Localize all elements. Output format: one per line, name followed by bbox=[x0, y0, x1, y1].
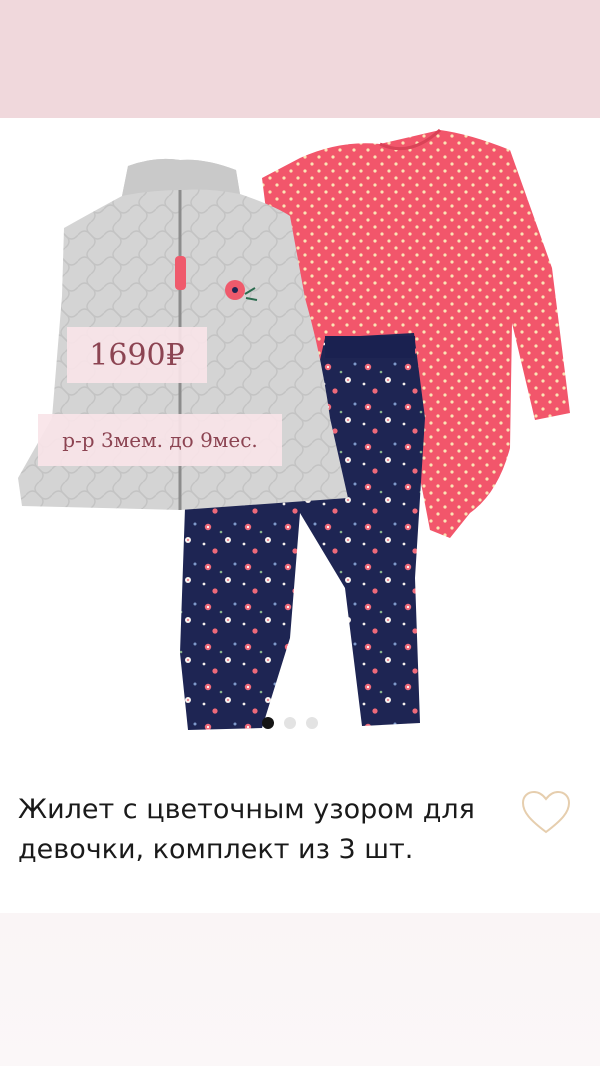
bottom-area bbox=[0, 913, 600, 1066]
product-title[interactable]: Жилет с цветочным узором для девочки, ко… bbox=[18, 790, 488, 870]
size-badge: р-р 3мем. до 9мес. bbox=[38, 414, 282, 466]
product-image[interactable]: 1690₽ р-р 3мем. до 9мес. bbox=[0, 118, 600, 738]
favorite-button[interactable] bbox=[520, 790, 572, 836]
price-badge: 1690₽ bbox=[67, 327, 207, 383]
carousel-indicator[interactable] bbox=[262, 716, 332, 730]
carousel-dot-2[interactable] bbox=[284, 717, 296, 729]
product-card[interactable]: 1690₽ р-р 3мем. до 9мес. Жилет с цветочн… bbox=[0, 118, 600, 913]
top-banner bbox=[0, 0, 600, 118]
carousel-dot-3[interactable] bbox=[306, 717, 318, 729]
carousel-dot-1[interactable] bbox=[262, 717, 274, 729]
heart-outline-icon bbox=[521, 790, 571, 834]
